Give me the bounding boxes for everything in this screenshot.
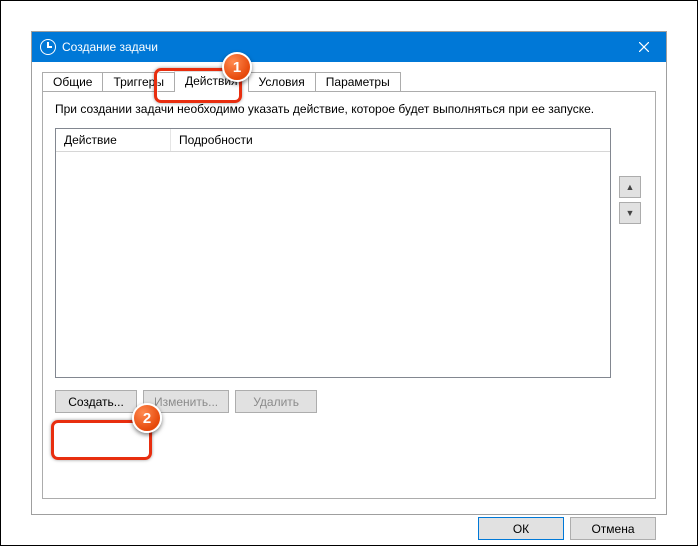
- tab-triggers[interactable]: Триггеры: [102, 72, 175, 92]
- tab-actions[interactable]: Действия: [174, 71, 249, 92]
- reorder-buttons: ▲ ▼: [619, 128, 643, 378]
- tab-parameters[interactable]: Параметры: [315, 72, 401, 92]
- close-button[interactable]: [621, 32, 666, 62]
- dialog-window: Создание задачи Общие Триггеры Действия …: [31, 31, 667, 515]
- listview-header: Действие Подробности: [56, 129, 610, 152]
- cancel-button[interactable]: Отмена: [570, 517, 656, 540]
- column-details[interactable]: Подробности: [171, 129, 610, 151]
- dialog-buttons: ОК Отмена: [32, 509, 666, 550]
- titlebar: Создание задачи: [32, 32, 666, 62]
- move-up-button[interactable]: ▲: [619, 176, 641, 198]
- list-area: Действие Подробности ▲ ▼: [55, 128, 643, 378]
- tab-general[interactable]: Общие: [42, 72, 103, 92]
- move-down-button[interactable]: ▼: [619, 202, 641, 224]
- tab-conditions[interactable]: Условия: [248, 72, 316, 92]
- window-title: Создание задачи: [62, 40, 158, 54]
- create-button[interactable]: Создать...: [55, 390, 137, 413]
- instruction-text: При создании задачи необходимо указать д…: [55, 102, 643, 116]
- ok-button[interactable]: ОК: [478, 517, 564, 540]
- triangle-down-icon: ▼: [626, 208, 635, 218]
- tab-panel-actions: При создании задачи необходимо указать д…: [42, 91, 656, 499]
- action-buttons-row: Создать... Изменить... Удалить: [55, 390, 643, 413]
- tab-strip: Общие Триггеры Действия Условия Параметр…: [42, 70, 656, 91]
- delete-button: Удалить: [235, 390, 317, 413]
- close-icon: [639, 42, 649, 52]
- column-action[interactable]: Действие: [56, 129, 171, 151]
- edit-button: Изменить...: [143, 390, 229, 413]
- triangle-up-icon: ▲: [626, 182, 635, 192]
- actions-listview[interactable]: Действие Подробности: [55, 128, 611, 378]
- client-area: Общие Триггеры Действия Условия Параметр…: [32, 62, 666, 509]
- clock-icon: [40, 39, 56, 55]
